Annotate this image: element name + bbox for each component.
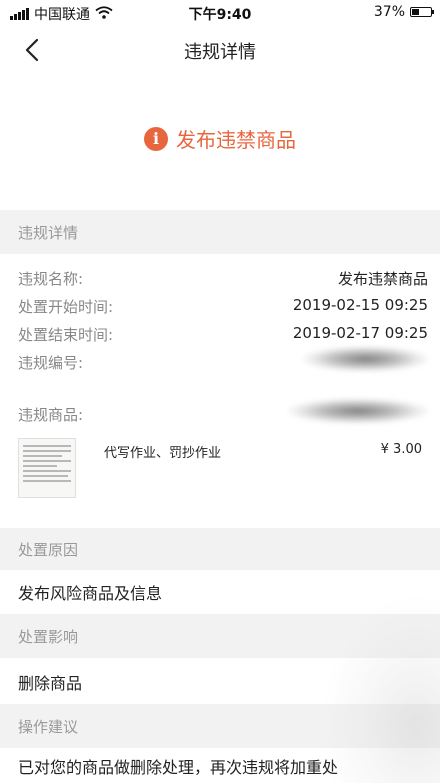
detail-label: 处置开始时间: — [18, 298, 114, 316]
redacted-value — [288, 398, 428, 424]
section-header-suggestion: 操作建议 — [0, 704, 440, 748]
detail-value: 2019-02-17 09:25 — [292, 324, 428, 342]
product-price: ¥ 3.00 — [380, 442, 422, 457]
section-title: 操作建议 — [18, 717, 79, 736]
product-thumbnail[interactable] — [18, 438, 76, 498]
nav-bar: 违规详情 — [0, 26, 440, 74]
detail-label: 违规编号: — [18, 354, 84, 372]
detail-row-violation-product: 违规商品: — [18, 398, 428, 426]
section-title: 违规详情 — [18, 223, 79, 242]
suggestion-text: 已对您的商品做删除处理，再次违规将加重处 — [18, 758, 339, 777]
section-header-impact: 处置影响 — [0, 614, 440, 658]
detail-label: 违规名称: — [18, 270, 84, 288]
battery-icon — [410, 7, 434, 17]
detail-value: 2019-02-15 09:25 — [292, 296, 428, 314]
violation-title: 发布违禁商品 — [176, 128, 296, 152]
reason-text: 发布风险商品及信息 — [18, 584, 163, 603]
status-bar: 中国联通 下午9:40 37% — [0, 0, 440, 26]
detail-value: 发布违禁商品 — [337, 270, 428, 288]
section-header-details: 违规详情 — [0, 210, 440, 254]
battery-percent: 37% — [373, 4, 405, 20]
section-title: 处置影响 — [18, 627, 79, 646]
violation-banner: i 发布违禁商品 — [0, 124, 440, 153]
product-name: 代写作业、罚抄作业 — [104, 446, 222, 461]
section-header-reason: 处置原因 — [0, 528, 440, 570]
info-icon: i — [144, 126, 168, 151]
redacted-value — [303, 346, 428, 372]
impact-text: 删除商品 — [18, 674, 83, 693]
detail-row-start-time: 处置开始时间: 2019-02-15 09:25 — [18, 296, 428, 318]
detail-label: 违规商品: — [18, 406, 84, 424]
detail-label: 处置结束时间: — [18, 326, 114, 344]
status-right: 37% — [373, 4, 434, 20]
detail-row-name: 违规名称: 发布违禁商品 — [18, 268, 428, 290]
section-title: 处置原因 — [18, 540, 79, 559]
detail-row-end-time: 处置结束时间: 2019-02-17 09:25 — [18, 324, 428, 346]
violation-detail-screen: 中国联通 下午9:40 37% 违规详情 i 发布违禁商品 违规详情 违规名称:… — [0, 0, 440, 783]
page-title: 违规详情 — [184, 42, 256, 63]
detail-row-violation-id: 违规编号: — [18, 346, 428, 374]
